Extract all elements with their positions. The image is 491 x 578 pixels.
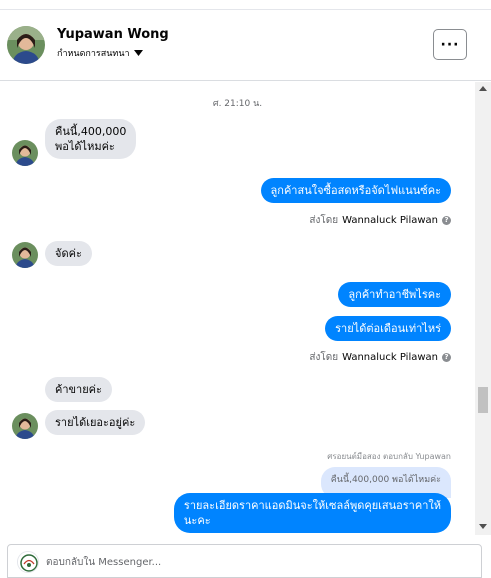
outgoing-message-bubble[interactable]: รายละเอียดราคาแอดมินจะให้เซลล์พูดคุยเสนอ… bbox=[173, 493, 451, 533]
message-text: ค้าขายค่ะ bbox=[55, 383, 102, 396]
scroll-up-arrow-icon[interactable] bbox=[479, 86, 487, 91]
message-thread[interactable]: ศ. 21:10 น. คืนนี้,400,000 พอได้ไหมค่ะ ล… bbox=[0, 82, 475, 535]
incoming-message-bubble[interactable]: รายได้เยอะอยู่ค่ะ bbox=[45, 410, 146, 435]
scroll-down-arrow-icon[interactable] bbox=[479, 524, 487, 529]
conversation-settings-dropdown[interactable]: กำหนดการสนทนา bbox=[57, 46, 143, 60]
caret-down-icon bbox=[133, 50, 143, 56]
message-line: พอได้ไหมค่ะ bbox=[55, 140, 115, 153]
page-avatar bbox=[17, 551, 39, 573]
conversation-settings-label: กำหนดการสนทนา bbox=[57, 49, 130, 59]
message-line: นะคะ bbox=[183, 514, 211, 527]
contact-message-avatar bbox=[12, 242, 38, 268]
message-text: ลูกค้าสนใจซื้อสดหรือจัดไฟแนนซ์คะ bbox=[270, 184, 441, 197]
contact-name[interactable]: Yupawan Wong bbox=[57, 27, 169, 42]
message-text: จัดค่ะ bbox=[55, 247, 82, 260]
sender-name: Wannaluck Pilawan bbox=[342, 215, 438, 226]
incoming-message-bubble[interactable]: จัดค่ะ bbox=[45, 241, 92, 266]
sender-name: Wannaluck Pilawan bbox=[342, 352, 438, 363]
contact-message-avatar bbox=[12, 413, 38, 439]
info-icon[interactable]: ? bbox=[442, 216, 451, 225]
sent-by-prefix: ส่งโดย bbox=[309, 215, 339, 226]
message-text: รายได้เยอะอยู่ค่ะ bbox=[55, 416, 136, 429]
thread-timestamp: ศ. 21:10 น. bbox=[212, 99, 263, 109]
thread-scrollbar[interactable] bbox=[475, 82, 491, 535]
contact-message-avatar bbox=[12, 140, 38, 166]
sent-by-prefix: ส่งโดย bbox=[309, 352, 339, 363]
top-edge bbox=[0, 0, 491, 10]
reply-input[interactable] bbox=[46, 552, 466, 572]
incoming-message-bubble[interactable]: ค้าขายค่ะ bbox=[45, 377, 112, 402]
ellipsis-icon: ··· bbox=[440, 36, 460, 53]
sent-by-label: ส่งโดย Wannaluck Pilawan ? bbox=[309, 213, 451, 228]
message-text: รายได้ต่อเดือนเท่าไหร่ bbox=[335, 322, 441, 335]
scrollbar-thumb[interactable] bbox=[478, 387, 488, 413]
reply-context-label: ศรอยนต์มือสอง ตอบกลับ Yupawan bbox=[327, 452, 451, 461]
message-line: รายละเอียดราคาแอดมินจะให้เซลล์พูดคุยเสนอ… bbox=[183, 499, 441, 512]
message-line: คืนนี้,400,000 bbox=[55, 125, 127, 138]
quoted-text: คืนนี้,400,000 พอได้ไหมค่ะ bbox=[330, 475, 441, 485]
incoming-message-bubble[interactable]: คืนนี้,400,000 พอได้ไหมค่ะ bbox=[45, 119, 137, 159]
more-options-button[interactable]: ··· bbox=[433, 29, 467, 60]
contact-avatar[interactable] bbox=[7, 26, 45, 64]
message-composer bbox=[7, 544, 482, 578]
outgoing-message-bubble[interactable]: ลูกค้าสนใจซื้อสดหรือจัดไฟแนนซ์คะ bbox=[260, 178, 451, 203]
sent-by-label: ส่งโดย Wannaluck Pilawan ? bbox=[309, 350, 451, 365]
info-icon[interactable]: ? bbox=[442, 353, 451, 362]
message-text: ลูกค้าทำอาชีพไรคะ bbox=[348, 288, 441, 301]
outgoing-message-bubble[interactable]: ลูกค้าทำอาชีพไรคะ bbox=[338, 282, 451, 307]
conversation-header: Yupawan Wong กำหนดการสนทนา ··· bbox=[0, 10, 491, 81]
outgoing-message-bubble[interactable]: รายได้ต่อเดือนเท่าไหร่ bbox=[325, 316, 451, 341]
